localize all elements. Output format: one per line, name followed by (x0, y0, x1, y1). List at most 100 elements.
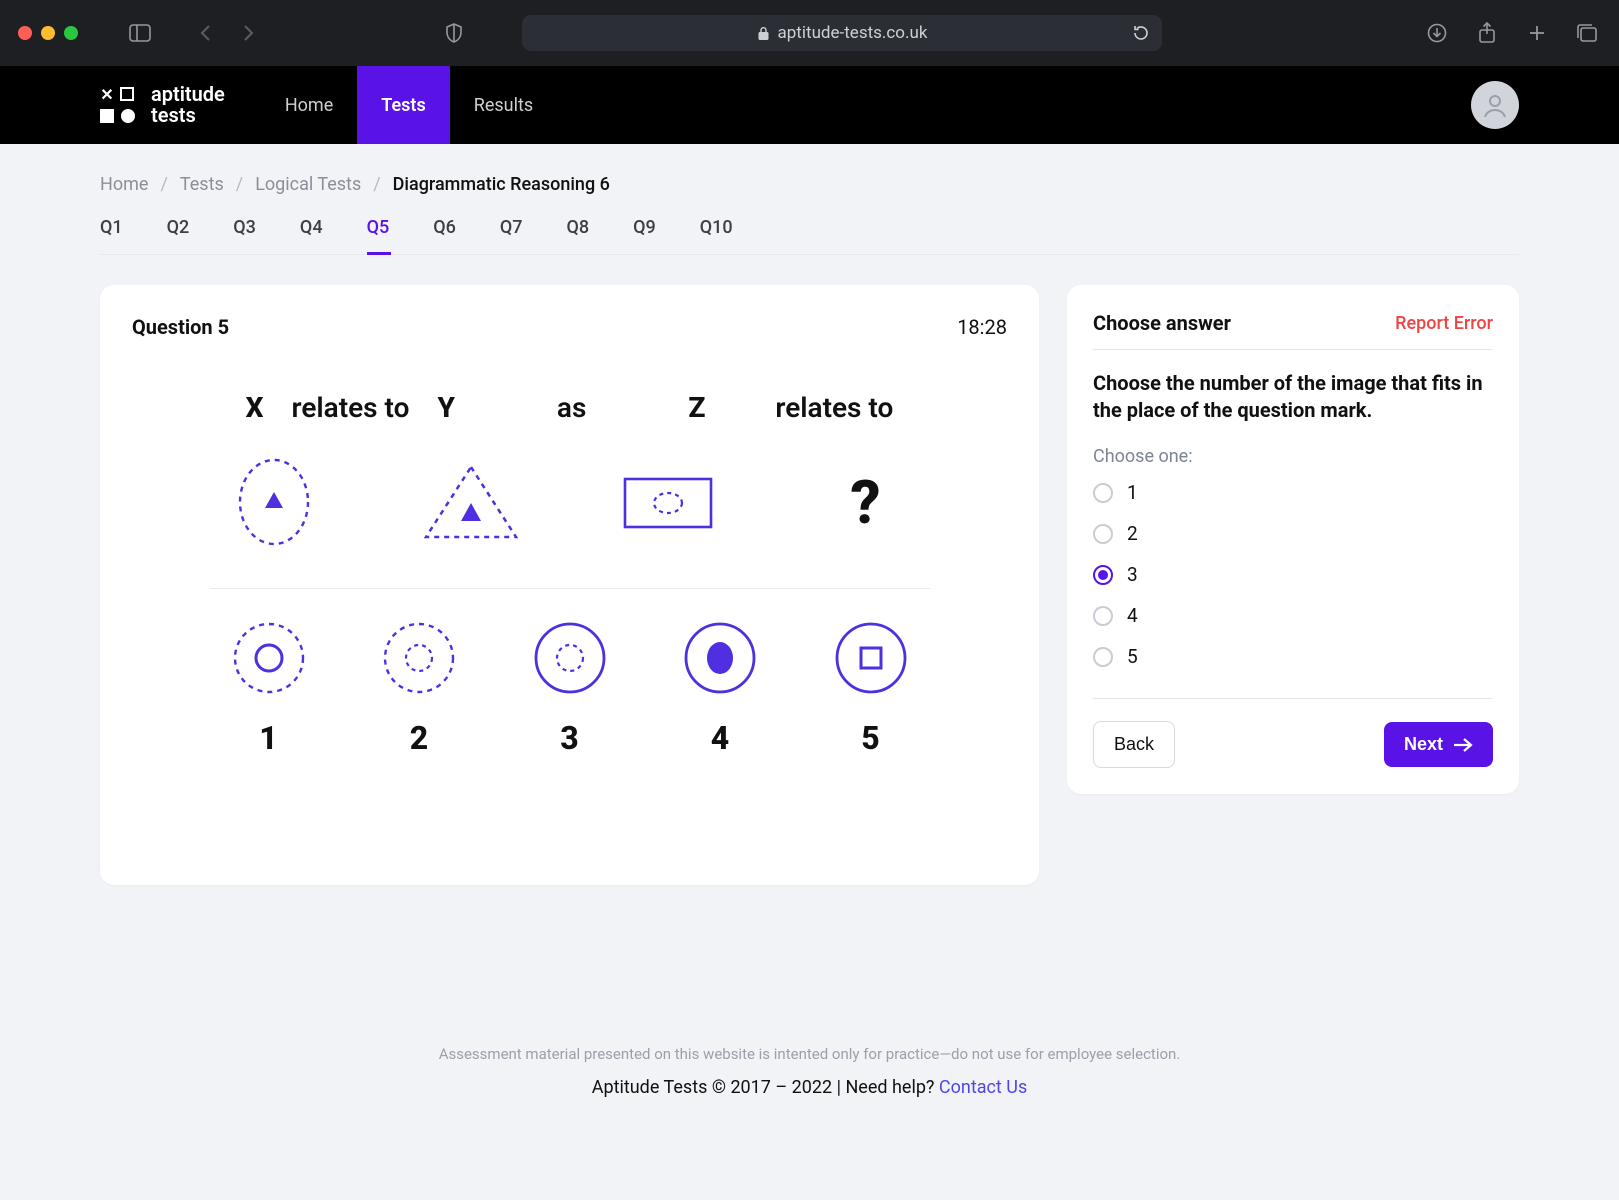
analogy-labels: X relates to Y as Z relates to (210, 391, 930, 424)
tab-q10[interactable]: Q10 (700, 217, 733, 254)
tab-q6[interactable]: Q6 (433, 217, 456, 254)
reload-icon[interactable] (1132, 24, 1150, 42)
back-button[interactable]: Back (1093, 721, 1175, 768)
tabs-overview-icon[interactable] (1573, 19, 1601, 47)
sidebar-toggle-icon[interactable] (126, 19, 154, 47)
option-figure-3: 3 (515, 615, 625, 757)
arrow-right-icon (1453, 737, 1473, 753)
timer: 18:28 (957, 315, 1007, 339)
radio-option-1[interactable]: 1 (1093, 481, 1493, 504)
new-tab-icon[interactable] (1523, 19, 1551, 47)
radio-option-5[interactable]: 5 (1093, 645, 1493, 668)
option-number: 5 (861, 719, 879, 757)
radio-option-4[interactable]: 4 (1093, 604, 1493, 627)
radio-label: 4 (1127, 604, 1138, 627)
option-1-icon (226, 615, 312, 701)
question-title: Question 5 (132, 315, 229, 339)
tab-q9[interactable]: Q9 (633, 217, 656, 254)
option-number: 4 (711, 719, 729, 757)
breadcrumb-tests[interactable]: Tests (180, 174, 224, 195)
url-text: aptitude-tests.co.uk (778, 23, 928, 43)
lock-icon (757, 26, 770, 41)
url-bar[interactable]: aptitude-tests.co.uk (522, 15, 1162, 51)
radio-icon (1093, 565, 1113, 585)
logo-text: aptitude tests (151, 84, 225, 126)
tab-q1[interactable]: Q1 (100, 217, 123, 254)
breadcrumb: Home / Tests / Logical Tests / Diagramma… (100, 174, 1519, 195)
tab-q8[interactable]: Q8 (566, 217, 589, 254)
report-error-link[interactable]: Report Error (1395, 313, 1493, 334)
radio-label: 1 (1127, 481, 1138, 504)
breadcrumb-sep: / (373, 174, 380, 195)
option-figure-2: 2 (364, 615, 474, 757)
breadcrumb-logical[interactable]: Logical Tests (255, 174, 361, 195)
forward-icon[interactable] (234, 19, 262, 47)
nav-tests[interactable]: Tests (357, 66, 449, 144)
footer-copy-text: Aptitude Tests © 2017 – 2022 | Need help… (592, 1077, 939, 1098)
answer-figures: 1 2 (210, 615, 930, 757)
shield-icon[interactable] (440, 19, 468, 47)
next-button-label: Next (1404, 734, 1443, 755)
label-relates-1: relates to (292, 391, 410, 424)
radio-label: 3 (1127, 563, 1138, 586)
radio-icon (1093, 647, 1113, 667)
question-card: Question 5 18:28 X relates to Y as Z rel… (100, 285, 1039, 885)
contact-link[interactable]: Contact Us (939, 1077, 1027, 1098)
tab-q5[interactable]: Q5 (367, 217, 390, 254)
option-2-icon (376, 615, 462, 701)
nav-results[interactable]: Results (450, 66, 557, 144)
answer-header: Choose answer (1093, 311, 1231, 335)
tab-q7[interactable]: Q7 (500, 217, 523, 254)
label-relates-2: relates to (775, 391, 893, 424)
nav-home[interactable]: Home (261, 66, 357, 144)
breadcrumb-current: Diagrammatic Reasoning 6 (393, 174, 610, 195)
option-number: 3 (560, 719, 578, 757)
footer-copyright: Aptitude Tests © 2017 – 2022 | Need help… (100, 1077, 1519, 1098)
choose-one-label: Choose one: (1093, 446, 1493, 467)
option-3-icon (527, 615, 613, 701)
option-figure-1: 1 (214, 615, 324, 757)
radio-option-3[interactable]: 3 (1093, 563, 1493, 586)
avatar[interactable] (1471, 81, 1519, 129)
logo-text-line2: tests (151, 105, 225, 126)
label-x: X (246, 391, 264, 424)
option-figure-5: 5 (816, 615, 926, 757)
footer-disclaimer: Assessment material presented on this we… (100, 1045, 1519, 1063)
radio-icon (1093, 606, 1113, 626)
downloads-icon[interactable] (1423, 19, 1451, 47)
radio-group: 1 2 3 4 5 (1093, 481, 1493, 668)
question-tabs: Q1 Q2 Q3 Q4 Q5 Q6 Q7 Q8 Q9 Q10 (100, 217, 1519, 255)
option-4-icon (677, 615, 763, 701)
next-button[interactable]: Next (1384, 722, 1493, 767)
minimize-window-icon[interactable] (41, 26, 55, 40)
radio-option-2[interactable]: 2 (1093, 522, 1493, 545)
share-icon[interactable] (1473, 19, 1501, 47)
option-figure-4: 4 (665, 615, 775, 757)
divider (210, 588, 930, 589)
window-controls (18, 26, 78, 40)
page: Home / Tests / Logical Tests / Diagramma… (0, 144, 1619, 1200)
close-window-icon[interactable] (18, 26, 32, 40)
user-icon (1481, 91, 1509, 119)
tab-q4[interactable]: Q4 (300, 217, 323, 254)
figure-x-icon (214, 452, 334, 552)
breadcrumb-home[interactable]: Home (100, 174, 148, 195)
radio-label: 5 (1127, 645, 1138, 668)
figure-y-icon (411, 455, 531, 550)
label-y: Y (437, 391, 454, 424)
option-5-icon (828, 615, 914, 701)
fullscreen-window-icon[interactable] (64, 26, 78, 40)
figure-question-mark-icon: ? (805, 467, 925, 538)
analogy-area: X relates to Y as Z relates to (210, 391, 930, 757)
figure-z-icon (608, 457, 728, 547)
option-number: 1 (259, 719, 277, 757)
tab-q2[interactable]: Q2 (167, 217, 190, 254)
back-icon[interactable] (192, 19, 220, 47)
browser-chrome: aptitude-tests.co.uk (0, 0, 1619, 66)
answer-card: Choose answer Report Error Choose the nu… (1067, 285, 1519, 794)
logo-mark-icon: ✕ (98, 86, 137, 125)
tab-q3[interactable]: Q3 (233, 217, 256, 254)
main-nav: Home Tests Results (261, 66, 557, 144)
app-header: ✕ aptitude tests Home Tests Results (0, 66, 1619, 144)
logo[interactable]: ✕ aptitude tests (98, 84, 225, 126)
